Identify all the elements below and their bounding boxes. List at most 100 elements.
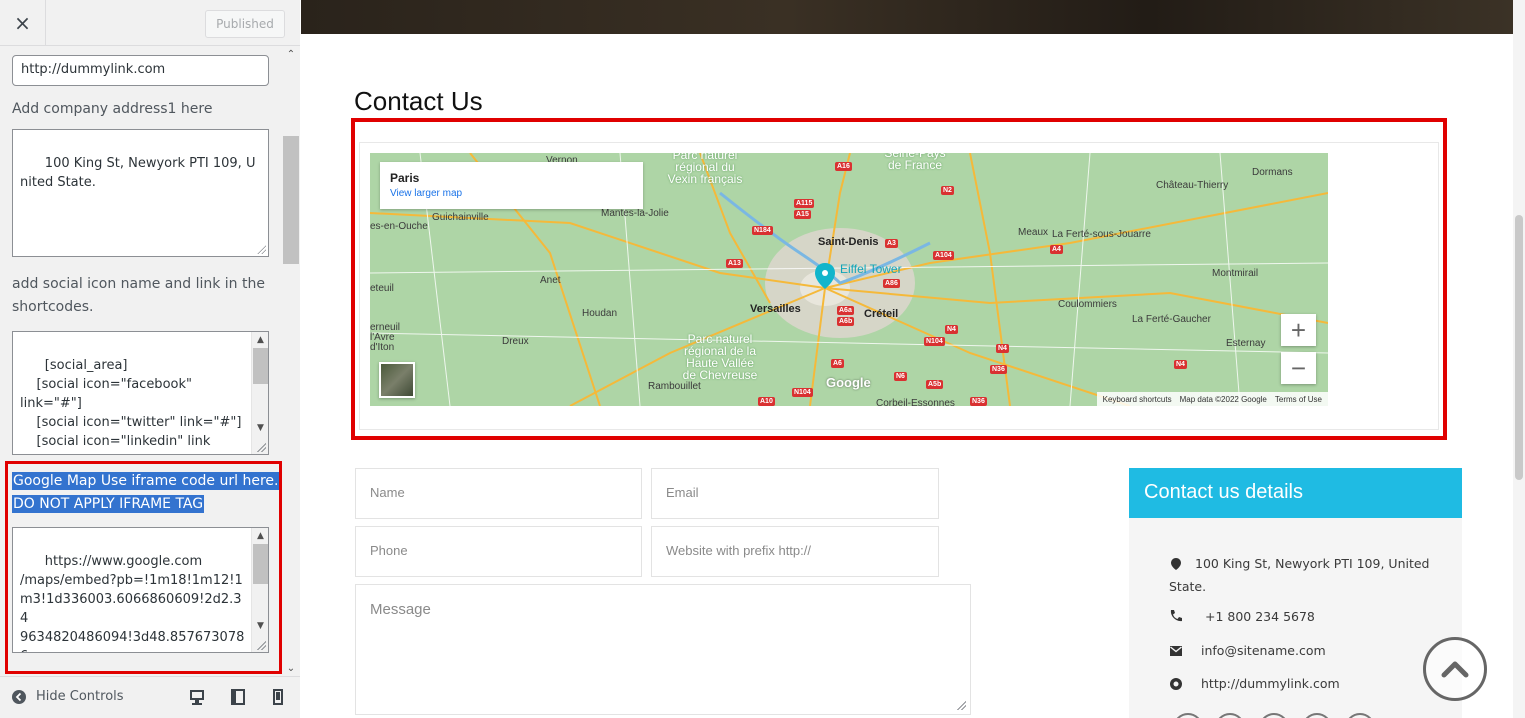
name-input[interactable]: Name [355, 468, 642, 519]
hero-image [301, 0, 1513, 34]
map-label: La Ferté-Gaucher [1132, 314, 1211, 325]
map-label: Houdan [582, 308, 618, 319]
road-badge: N104 [924, 337, 945, 346]
map-label: Mantes-la-Jolie [601, 208, 669, 219]
sidebar-header: × Published [0, 0, 300, 46]
resize-grip-icon[interactable] [256, 442, 266, 452]
message-textarea[interactable]: Message [355, 584, 971, 715]
hide-controls-label: Hide Controls [36, 689, 124, 704]
highlight-box-map-field [5, 461, 282, 674]
hide-controls-button[interactable]: Hide Controls [12, 689, 124, 704]
contact-details-title: Contact us details [1129, 468, 1462, 518]
scroll-down-icon[interactable]: ⌄ [282, 660, 300, 676]
map-label: Corbeil-Essonnes [876, 398, 955, 406]
contact-address: 100 King St, Newyork PTI 109, United [1195, 553, 1455, 574]
page-scrollbar[interactable] [1513, 0, 1525, 718]
map-label: Dormans [1252, 167, 1293, 178]
road-badge: A104 [933, 251, 954, 260]
textarea-scrollbar[interactable]: ▲ ▼ [251, 332, 268, 454]
embedded-google-map[interactable]: Saint-Denis Eiffel Tower Versailles Crét… [370, 153, 1328, 406]
sidebar-scrollbar[interactable]: ⌃ ⌄ [282, 46, 300, 676]
map-label: erneuil l'Avre d'Iton [370, 322, 401, 353]
social-textarea-value: [social_area] [social icon="facebook" li… [20, 358, 242, 454]
terms-link[interactable]: Terms of Use [1275, 395, 1322, 404]
road-badge: N4 [1174, 360, 1187, 369]
road-badge: A10 [758, 397, 775, 406]
road-badge: N36 [990, 365, 1007, 374]
road-badge: A6 [831, 359, 844, 368]
road-badge: A86 [883, 279, 900, 288]
scroll-thumb[interactable] [283, 136, 299, 264]
publish-button[interactable]: Published [205, 10, 285, 38]
globe-icon [1170, 678, 1182, 690]
highlight-box-map: Saint-Denis Eiffel Tower Versailles Crét… [351, 118, 1447, 440]
mobile-preview-icon[interactable] [273, 689, 283, 705]
map-marker-icon [1171, 558, 1181, 570]
scroll-up-icon[interactable]: ▲ [252, 332, 268, 348]
scroll-thumb[interactable] [1515, 215, 1523, 480]
map-label: Coulommiers [1058, 299, 1117, 310]
scroll-thumb[interactable] [253, 348, 268, 384]
sidebar-footer: Hide Controls [0, 676, 300, 718]
map-park-label: Parc naturel régional de la Haute Vallée… [682, 332, 758, 382]
phone-input[interactable]: Phone [355, 526, 642, 577]
website-input[interactable]: Website with prefix http:// [651, 526, 939, 577]
road-badge: A6a [837, 306, 854, 315]
address-textarea-value: 100 King St, Newyork PTI 109, United Sta… [20, 156, 256, 190]
map-label: eteuil [370, 283, 394, 294]
view-larger-map-link[interactable]: View larger map [390, 188, 633, 199]
scroll-down-icon[interactable]: ▼ [252, 420, 268, 436]
close-button[interactable]: × [0, 0, 46, 46]
tablet-preview-icon[interactable] [231, 689, 245, 705]
social-shortcode-textarea[interactable]: [social_area] [social icon="facebook" li… [12, 331, 269, 455]
desktop-preview-icon[interactable] [189, 689, 205, 705]
keyboard-shortcuts-link[interactable]: Keyboard shortcuts [1103, 395, 1172, 404]
contact-details-panel: Contact us details 100 King St, Newyork … [1129, 468, 1462, 718]
road-badge: N36 [970, 397, 987, 406]
map-label: Anet [540, 275, 561, 286]
map-label: Montmirail [1212, 268, 1259, 279]
road-badge: A16 [835, 162, 852, 171]
email-input[interactable]: Email [651, 468, 939, 519]
resize-grip-icon[interactable] [256, 244, 266, 254]
road-badge: N4 [996, 344, 1009, 353]
map-card-city: Paris [390, 171, 420, 185]
road-badge: N104 [792, 388, 813, 397]
contact-email: info@sitename.com [1201, 643, 1326, 658]
website-link-field[interactable]: http://dummylink.com [12, 55, 269, 86]
collapse-arrow-icon [12, 689, 26, 704]
road-badge: N2 [941, 186, 954, 195]
scroll-up-icon[interactable]: ⌃ [282, 46, 300, 62]
road-badge: N6 [894, 372, 907, 381]
address-textarea[interactable]: 100 King St, Newyork PTI 109, United Sta… [12, 129, 269, 257]
satellite-toggle[interactable] [379, 362, 415, 398]
contact-phone: +1 800 234 5678 [1205, 609, 1315, 624]
zoom-out-button[interactable]: − [1281, 352, 1316, 384]
map-label: La Ferté-sous-Jouarre [1052, 229, 1151, 240]
map-data-text: Map data ©2022 Google [1179, 394, 1267, 404]
back-to-top-button[interactable] [1423, 637, 1487, 701]
social-field-label: add social icon name and link in the sho… [12, 276, 265, 315]
map-label: Dreux [502, 336, 529, 347]
phone-icon [1170, 610, 1182, 622]
map-park-label: Parc naturel régional du Vexin français [667, 153, 743, 186]
map-label: Versailles [750, 303, 801, 315]
map-label: Eiffel Tower [840, 262, 902, 276]
map-label: Meaux [1018, 227, 1049, 238]
zoom-in-button[interactable]: + [1281, 314, 1316, 346]
map-label: Esternay [1226, 338, 1266, 349]
address-field-label: Add company address1 here [12, 101, 213, 117]
map-label: Guichainville [432, 212, 489, 223]
road-badge: A3 [885, 239, 898, 248]
road-badge: A115 [794, 199, 815, 208]
road-badge: A4 [1050, 245, 1063, 254]
road-badge: A5b [926, 380, 944, 389]
road-badge: N184 [752, 226, 773, 235]
road-badge: A13 [726, 259, 743, 268]
map-park-label: Seine-Pays de France [884, 153, 946, 172]
address-line2: State. [1169, 579, 1207, 594]
page-title: Contact Us [354, 86, 483, 116]
map-label: Créteil [864, 308, 899, 320]
resize-grip-icon[interactable] [956, 700, 966, 710]
map-label: Château-Thierry [1156, 180, 1229, 191]
